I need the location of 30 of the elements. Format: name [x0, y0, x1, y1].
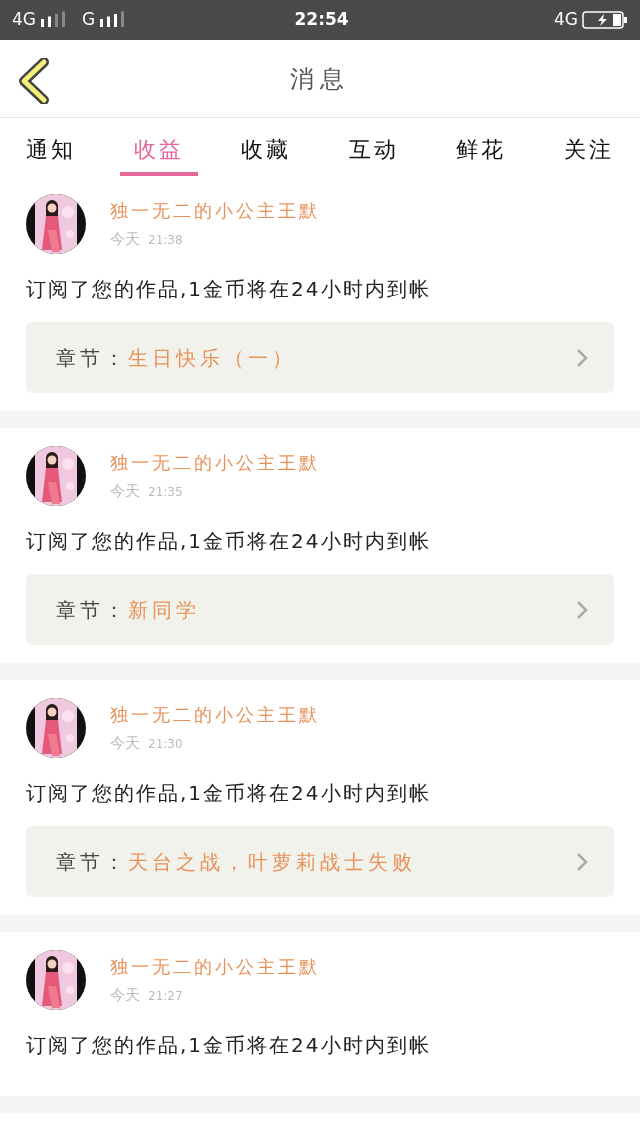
tab[interactable]: 收藏: [227, 125, 306, 176]
timestamp: 21:30: [148, 735, 183, 753]
chevron-icon: [576, 851, 588, 872]
timestamp: 21:38: [148, 231, 183, 249]
chapter-link[interactable]: 章节：天台之战，叶萝莉战士失败: [26, 826, 614, 897]
carrier-label: 4G: [12, 8, 36, 32]
clock: 22:54: [294, 8, 349, 32]
chevron-icon: [576, 347, 588, 368]
back-icon[interactable]: [16, 58, 50, 104]
message-text: 订阅了您的作品,1金币将在24小时内到帐: [26, 780, 432, 807]
date-label: 今天: [110, 985, 140, 1007]
chevron-icon: [576, 599, 588, 620]
tab[interactable]: 互动: [334, 125, 413, 176]
tab[interactable]: 鲜花: [442, 125, 521, 176]
date-label: 今天: [110, 733, 140, 755]
message-text: 订阅了您的作品,1金币将在24小时内到帐: [26, 528, 432, 555]
battery-icon: [582, 10, 628, 30]
message-text: 订阅了您的作品,1金币将在24小时内到帐: [26, 276, 432, 303]
date-label: 今天: [110, 481, 140, 503]
tab[interactable]: 通知: [12, 125, 90, 176]
chapter-link[interactable]: 章节：生日快乐（一）: [26, 322, 614, 393]
page-title: 消息: [290, 63, 350, 95]
timestamp: 21:35: [148, 483, 183, 501]
timestamp: 21:27: [148, 987, 183, 1005]
message-text: 订阅了您的作品,1金币将在24小时内到帐: [26, 1032, 432, 1059]
carrier-label: G: [82, 8, 96, 32]
date-label: 今天: [110, 229, 140, 251]
tab[interactable]: 关注: [549, 125, 628, 176]
chapter-link[interactable]: 章节：新同学: [26, 574, 614, 645]
network-label: 4G: [554, 8, 578, 32]
